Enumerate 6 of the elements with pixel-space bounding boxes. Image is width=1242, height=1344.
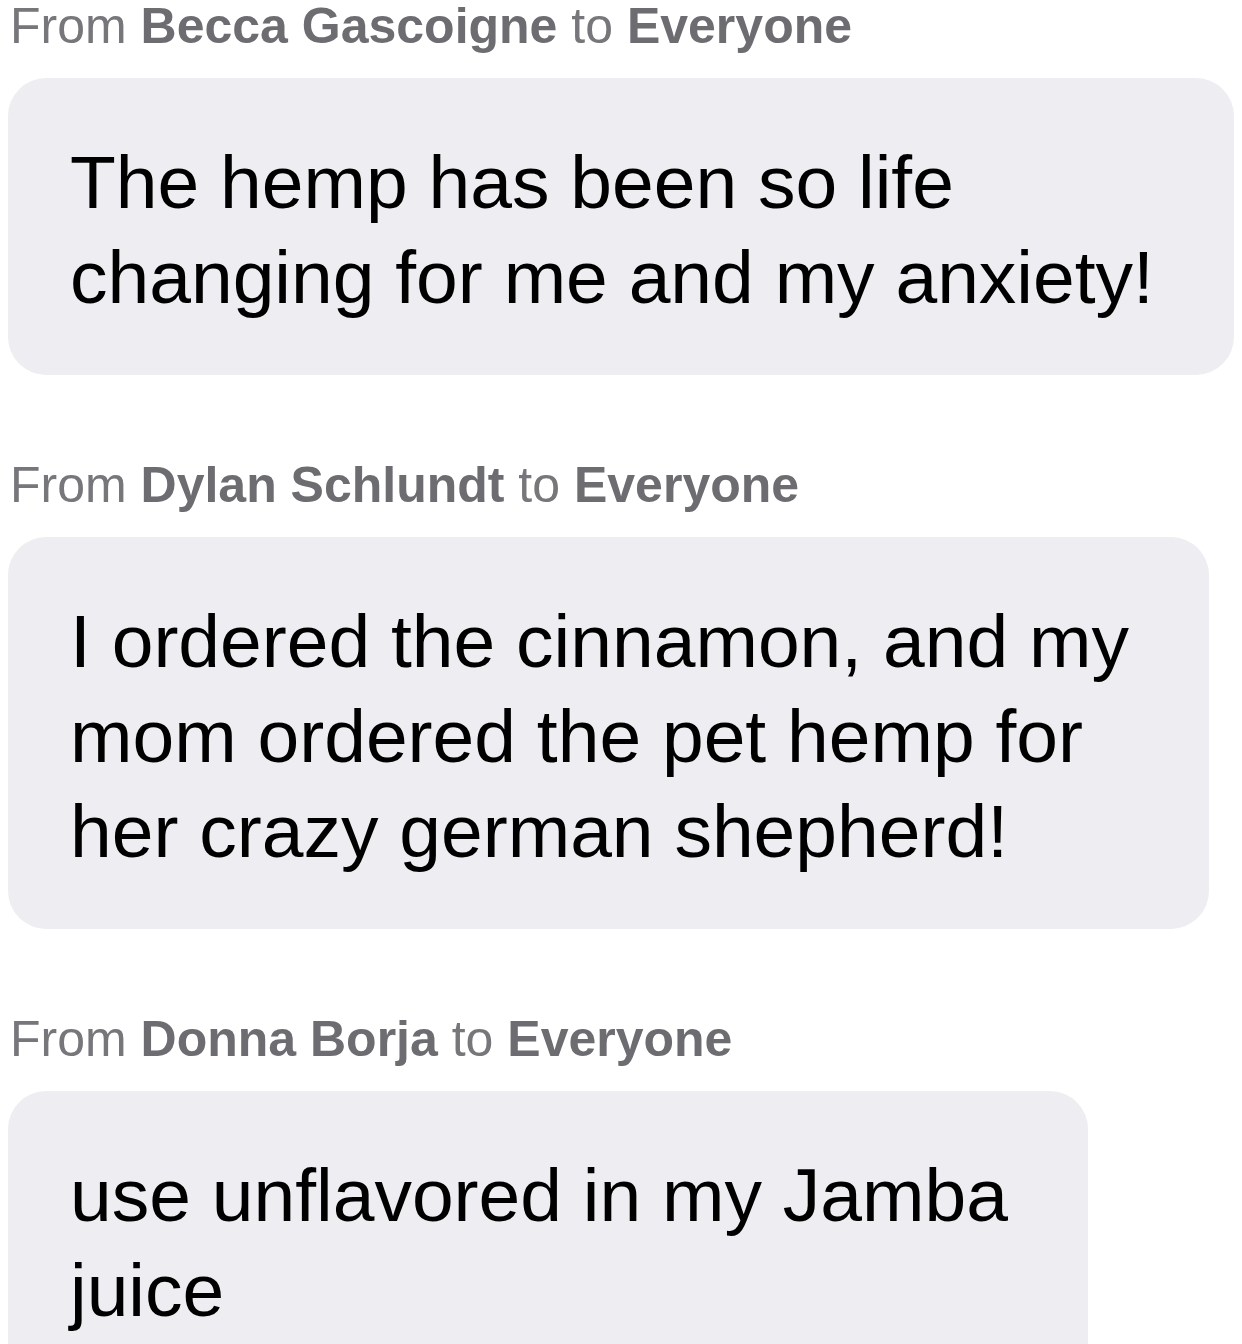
- message-sender-line: From Donna Borja to Everyone: [10, 1013, 733, 1065]
- message-bubble: The hemp has been so life changing for me and my anxiety!: [8, 78, 1234, 375]
- message-bubble: I ordered the cinnamon, and my mom ordered the pet hemp for her crazy german shepherd!: [8, 537, 1209, 929]
- message-sender-line: From Dylan Schlundt to Everyone: [10, 459, 800, 511]
- message-bubble: use unflavored in my Jamba juice: [8, 1091, 1088, 1344]
- message-sender-line: From Becca Gascoigne to Everyone: [10, 0, 853, 52]
